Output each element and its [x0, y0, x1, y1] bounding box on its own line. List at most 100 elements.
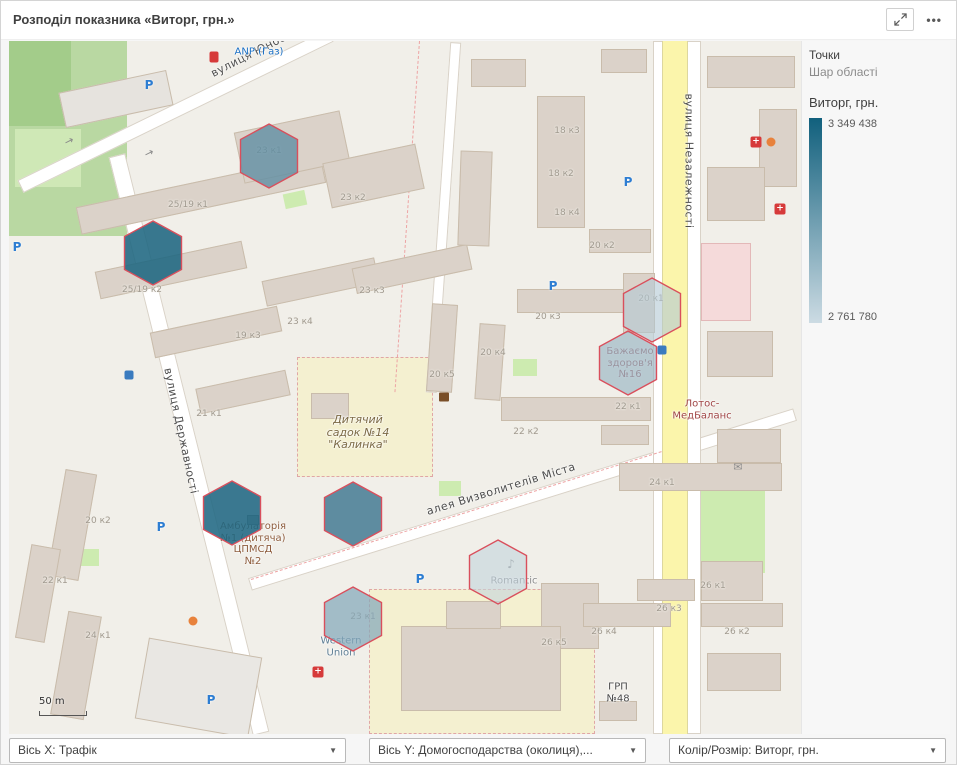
map-building — [601, 49, 647, 73]
map-building — [457, 150, 492, 246]
building-label: 22 к1 — [615, 402, 640, 412]
header-toolbar: ••• — [886, 8, 944, 31]
building-label: 21 к1 — [196, 409, 221, 419]
building-label: 24 к1 — [649, 478, 674, 488]
hexbin-area[interactable] — [323, 481, 383, 547]
building-label: 20 к2 — [85, 516, 110, 526]
building-label: 26 к4 — [591, 627, 616, 637]
map-building — [15, 544, 61, 643]
legend-layer-area: Шар області — [809, 64, 950, 81]
building-label: 26 к2 — [724, 627, 749, 637]
building-label: 26 к3 — [656, 604, 681, 614]
chevron-down-icon: ▼ — [929, 739, 937, 762]
scale-bar-label: 50 m — [39, 696, 65, 707]
pharmacy-icon: + — [313, 667, 324, 678]
fuel-icon — [210, 52, 219, 63]
building-label: 20 к2 — [589, 241, 614, 251]
parking-icon: P — [145, 78, 154, 92]
building-label: 23 к3 — [359, 286, 384, 296]
building-label: 25/19 к2 — [122, 285, 162, 295]
poi-label: Дитячийсадок №14"Калинка" — [327, 414, 390, 452]
building-label: 19 к3 — [235, 331, 260, 341]
parking-icon: P — [416, 572, 425, 586]
building-label: 20 к4 — [480, 348, 505, 358]
legend-gradient: 3 349 438 2 761 780 — [809, 118, 950, 323]
legend-panel: Точки Шар області Виторг, грн. 3 349 438… — [801, 41, 950, 734]
parking-icon: P — [207, 693, 216, 707]
map-green-area — [9, 41, 71, 126]
poi-label: ANP (Газ) — [235, 46, 284, 58]
scale-bar — [39, 711, 87, 716]
fullscreen-icon — [894, 13, 907, 26]
building-label: 22 к1 — [42, 576, 67, 586]
hexbin-area[interactable] — [202, 480, 262, 546]
map-building — [637, 579, 695, 601]
chart-title: Розподіл показника «Виторг, грн.» — [13, 12, 235, 27]
bus-icon — [658, 346, 667, 355]
map-building — [707, 56, 795, 88]
map-green-area — [513, 359, 537, 376]
pharmacy-icon: + — [751, 137, 762, 148]
building-label: 23 к4 — [287, 317, 312, 327]
map-building — [601, 425, 649, 445]
map-building — [707, 653, 781, 691]
map-building — [446, 601, 501, 629]
hexbin-area[interactable] — [239, 123, 299, 189]
map-building — [701, 603, 783, 627]
map-green-area — [439, 481, 461, 496]
legend-gradient-bar — [809, 118, 822, 323]
shop-icon — [189, 617, 198, 626]
more-options-button[interactable]: ••• — [924, 13, 944, 27]
pharmacy-icon: + — [775, 204, 786, 215]
map-green-area — [283, 190, 308, 209]
building-label: 18 к3 — [554, 126, 579, 136]
map-building — [474, 323, 505, 401]
x-axis-selector[interactable]: Вісь X: Трафік ▼ — [9, 738, 346, 763]
boundary-dash — [394, 41, 420, 392]
map-medical-area — [701, 243, 751, 321]
y-axis-selector[interactable]: Вісь Y: Домогосподарства (околиця),... ▼ — [369, 738, 646, 763]
map-building — [150, 306, 283, 358]
building-label: 22 к2 — [513, 427, 538, 437]
building-label: 25/19 к1 — [168, 200, 208, 210]
fullscreen-button[interactable] — [886, 8, 914, 31]
map-building — [717, 429, 781, 463]
chart-header: Розподіл показника «Виторг, грн.» ••• — [1, 1, 956, 40]
legend-max-value: 3 349 438 — [828, 118, 877, 130]
hexbin-area[interactable] — [468, 539, 528, 605]
legend-measure-title: Виторг, грн. — [809, 95, 950, 110]
building-label: 18 к2 — [548, 169, 573, 179]
poi-label: Лотос-МедБаланс — [672, 399, 731, 422]
hexbin-area[interactable] — [123, 220, 183, 286]
map-building — [707, 167, 765, 221]
shop-icon — [767, 138, 776, 147]
building-label: 20 к3 — [535, 312, 560, 322]
legend-gradient-labels: 3 349 438 2 761 780 — [828, 118, 877, 323]
map-chart-widget: Розподіл показника «Виторг, грн.» ••• 50… — [0, 0, 957, 765]
hexbin-area[interactable] — [323, 586, 383, 652]
building-label: 20 к5 — [429, 370, 454, 380]
color-size-selector[interactable]: Колір/Розмір: Виторг, грн. ▼ — [669, 738, 946, 763]
library-icon — [439, 393, 449, 402]
map-building — [707, 331, 773, 377]
map-building — [619, 463, 782, 491]
building-label: 18 к4 — [554, 208, 579, 218]
arrow-icon: → — [142, 145, 156, 161]
x-axis-selector-label: Вісь X: Трафік — [18, 743, 97, 757]
building-label: 26 к1 — [700, 581, 725, 591]
building-label: 24 к1 — [85, 631, 110, 641]
parking-icon: P — [624, 175, 633, 189]
map-building — [401, 626, 561, 711]
parking-icon: P — [549, 279, 558, 293]
map-building — [471, 59, 526, 87]
building-label: 23 к2 — [340, 193, 365, 203]
color-size-selector-label: Колір/Розмір: Виторг, грн. — [678, 743, 819, 757]
parking-icon: P — [13, 240, 22, 254]
y-axis-selector-label: Вісь Y: Домогосподарства (околиця),... — [378, 743, 593, 757]
chevron-down-icon: ▼ — [329, 739, 337, 762]
chevron-down-icon: ▼ — [629, 739, 637, 762]
hexbin-area[interactable] — [598, 330, 658, 396]
legend-min-value: 2 761 780 — [828, 311, 877, 323]
parking-icon: P — [157, 520, 166, 534]
map-canvas[interactable]: 50 m вулиця Юностівулиця Незалежностівул… — [9, 41, 801, 734]
